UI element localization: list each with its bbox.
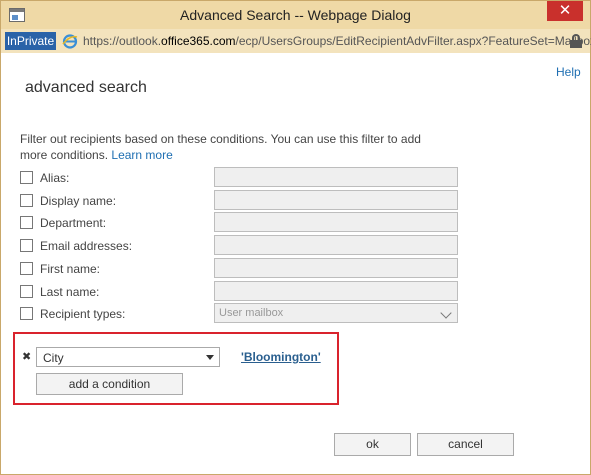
condition-field-dropdown[interactable]: City <box>36 347 220 367</box>
add-condition-button[interactable]: add a condition <box>36 373 183 395</box>
alias-field[interactable] <box>214 167 458 187</box>
learn-more-link[interactable]: Learn more <box>111 148 172 162</box>
alias-checkbox[interactable] <box>20 171 33 184</box>
dialog-window: Advanced Search -- Webpage Dialog ✕ InPr… <box>0 0 591 475</box>
inprivate-badge: InPrivate <box>5 32 56 50</box>
condition-row-department: Department: <box>20 212 460 232</box>
condition-value-link[interactable]: 'Bloomington' <box>241 350 321 364</box>
display-name-checkbox[interactable] <box>20 194 33 207</box>
first-name-label: First name: <box>40 262 101 276</box>
condition-row-first-name: First name: <box>20 258 460 278</box>
title-bar: Advanced Search -- Webpage Dialog ✕ <box>1 1 590 29</box>
email-addresses-checkbox[interactable] <box>20 239 33 252</box>
alias-label: Alias: <box>40 171 70 185</box>
last-name-checkbox[interactable] <box>20 285 33 298</box>
email-addresses-label: Email addresses: <box>40 239 133 253</box>
recipient-types-value: User mailbox <box>219 307 284 319</box>
condition-row-last-name: Last name: <box>20 281 460 301</box>
intro-text: Filter out recipients based on these con… <box>20 131 440 163</box>
first-name-field[interactable] <box>214 258 458 278</box>
chevron-down-icon <box>440 307 452 319</box>
cancel-button[interactable]: cancel <box>417 433 514 456</box>
department-checkbox[interactable] <box>20 216 33 229</box>
first-name-checkbox[interactable] <box>20 262 33 275</box>
condition-field-value: City <box>43 351 64 365</box>
recipient-types-checkbox[interactable] <box>20 307 33 320</box>
ok-button[interactable]: ok <box>334 433 411 456</box>
address-bar: InPrivate https://outlook.office365.com/… <box>1 29 591 53</box>
url-text[interactable]: https://outlook.office365.com/ecp/UsersG… <box>83 34 591 48</box>
internet-explorer-icon <box>62 34 78 49</box>
condition-row-alias: Alias: <box>20 167 460 187</box>
remove-condition-icon[interactable]: ✖ <box>22 350 31 363</box>
last-name-label: Last name: <box>40 285 100 299</box>
display-name-field[interactable] <box>214 190 458 210</box>
recipient-types-label: Recipient types: <box>40 307 126 321</box>
condition-row-display-name: Display name: <box>20 190 460 210</box>
display-name-label: Display name: <box>40 194 117 208</box>
condition-row-email-addresses: Email addresses: <box>20 235 460 255</box>
dropdown-arrow-icon <box>206 355 214 360</box>
window-title: Advanced Search -- Webpage Dialog <box>180 7 411 23</box>
condition-row-recipient-types: Recipient types: User mailbox <box>20 303 460 323</box>
department-field[interactable] <box>214 212 458 232</box>
close-button[interactable]: ✕ <box>547 1 583 21</box>
intro-description: Filter out recipients based on these con… <box>20 132 421 162</box>
url-prefix: https://outlook. <box>83 34 162 48</box>
url-domain: office365.com <box>161 34 236 48</box>
department-label: Department: <box>40 216 107 230</box>
last-name-field[interactable] <box>214 281 458 301</box>
help-link[interactable]: Help <box>556 65 581 79</box>
lock-icon <box>570 34 582 48</box>
recipient-types-dropdown[interactable]: User mailbox <box>214 303 458 323</box>
page-title: advanced search <box>25 79 147 96</box>
url-suffix: /ecp/UsersGroups/EditRecipientAdvFilter.… <box>235 34 591 48</box>
email-addresses-field[interactable] <box>214 235 458 255</box>
